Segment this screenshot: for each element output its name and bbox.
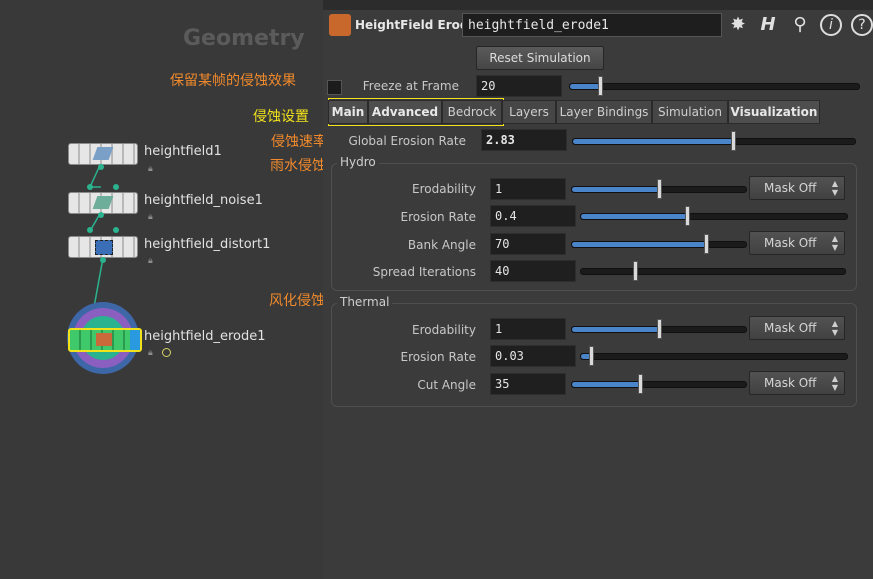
hydro-spread-iterations-label: Spread Iterations <box>372 265 476 279</box>
output-connector[interactable] <box>98 212 104 218</box>
status-ring-icon <box>162 348 171 357</box>
hydro-spread-iterations-field[interactable]: 40 <box>490 260 576 282</box>
updown-arrows-icon: ▲ ▼ <box>831 234 838 252</box>
distort-thumbnail-icon <box>95 240 113 255</box>
erode-thumbnail-icon <box>96 333 112 346</box>
thermal-erosion-rate-field[interactable]: 0.03 <box>490 345 576 367</box>
hydro-bank-angle-mask-menu[interactable]: Mask Off ▲ ▼ <box>749 231 845 255</box>
hydro-bank-angle-label: Bank Angle <box>407 238 476 252</box>
hydro-erosion-rate-label: Erosion Rate <box>400 210 476 224</box>
node-label: heightfield_noise1 <box>144 193 263 208</box>
hydro-group-title: Hydro <box>337 155 379 169</box>
global-erosion-rate-slider[interactable] <box>572 131 856 151</box>
freeze-label: Freeze at Frame <box>362 79 459 93</box>
node-label: heightfield_distort1 <box>144 237 271 252</box>
top-toolbar-strip <box>323 0 873 10</box>
tab-layers[interactable]: Layers <box>502 100 556 124</box>
annotation-hydro: 雨水侵蚀 <box>270 158 326 174</box>
hydro-erodability-slider[interactable] <box>571 179 747 199</box>
reset-simulation-button[interactable]: Reset Simulation <box>476 46 604 70</box>
global-erosion-rate-label: Global Erosion Rate <box>348 134 466 148</box>
thermal-cut-angle-field[interactable]: 35 <box>490 373 566 395</box>
thermal-erodability-slider[interactable] <box>571 319 747 339</box>
thermal-cut-angle-mask-menu[interactable]: Mask Off ▲ ▼ <box>749 371 845 395</box>
freeze-frame-slider[interactable] <box>569 76 860 96</box>
search-icon[interactable]: ⚲ <box>789 14 811 36</box>
mask-menu-label: Mask Off <box>764 321 817 335</box>
noise-thumbnail-icon <box>92 196 114 209</box>
mask-menu-label: Mask Off <box>764 376 817 390</box>
tab-visualization[interactable]: Visualization <box>728 100 820 124</box>
updown-arrows-icon: ▲ ▼ <box>831 319 838 337</box>
node-label: heightfield1 <box>144 144 222 159</box>
hydro-erosion-rate-field[interactable]: 0.4 <box>490 205 576 227</box>
thermal-erodability-label: Erodability <box>412 323 476 337</box>
input-connector[interactable] <box>113 227 119 233</box>
node-heightfield-distort1[interactable] <box>68 236 138 258</box>
tab-layer-bindings[interactable]: Layer Bindings <box>556 100 652 124</box>
hydro-erosion-rate-slider[interactable] <box>580 206 848 226</box>
lock-icon: 🔒︎ <box>148 212 153 222</box>
node-name-field[interactable]: heightfield_erode1 <box>462 13 722 37</box>
tab-simulation[interactable]: Simulation <box>652 100 728 124</box>
input-connector[interactable] <box>87 227 93 233</box>
hydro-erodability-field[interactable]: 1 <box>490 178 566 200</box>
thermal-erodability-mask-menu[interactable]: Mask Off ▲ ▼ <box>749 316 845 340</box>
thermal-cut-angle-slider[interactable] <box>571 374 747 394</box>
mask-menu-label: Mask Off <box>764 236 817 250</box>
updown-arrows-icon: ▲ ▼ <box>831 179 838 197</box>
info-icon[interactable]: i <box>820 14 842 36</box>
node-heightfield1[interactable] <box>68 143 138 165</box>
thermal-erosion-rate-label: Erosion Rate <box>400 350 476 364</box>
thermal-cut-angle-label: Cut Angle <box>417 378 476 392</box>
help-icon[interactable]: ? <box>851 14 873 36</box>
lock-icon: 🔒︎ <box>148 348 153 358</box>
tab-bedrock[interactable]: Bedrock <box>442 100 502 124</box>
node-label: heightfield_erode1 <box>144 329 266 344</box>
tab-main[interactable]: Main <box>328 100 368 124</box>
freeze-toggle-checkbox[interactable] <box>327 80 342 95</box>
annotation-freeze: 保留某帧的侵蚀效果 <box>170 73 296 89</box>
input-connector[interactable] <box>113 184 119 190</box>
tab-advanced[interactable]: Advanced <box>368 100 442 124</box>
hydro-erodability-label: Erodability <box>412 182 476 196</box>
annotation-tabs: 侵蚀设置 <box>253 109 309 125</box>
mask-menu-label: Mask Off <box>764 181 817 195</box>
node-type-label: HeightField Erode <box>355 18 477 32</box>
houdini-h-icon[interactable]: H <box>757 14 779 36</box>
updown-arrows-icon: ▲ ▼ <box>831 374 838 392</box>
heightfield-thumbnail-icon <box>92 147 114 160</box>
display-flag[interactable] <box>130 330 140 350</box>
global-erosion-rate-field[interactable]: 2.83 <box>481 129 567 151</box>
hydro-spread-iterations-slider[interactable] <box>580 261 846 281</box>
thermal-erodability-field[interactable]: 1 <box>490 318 566 340</box>
output-connector[interactable] <box>100 257 106 263</box>
annotation-thermal: 风化侵蚀 <box>269 293 325 309</box>
thermal-erosion-rate-slider[interactable] <box>580 346 848 366</box>
gear-icon[interactable]: ✸ <box>727 14 749 36</box>
hydro-erodability-mask-menu[interactable]: Mask Off ▲ ▼ <box>749 176 845 200</box>
hydro-bank-angle-slider[interactable] <box>571 234 747 254</box>
lock-icon: 🔒︎ <box>148 256 153 266</box>
output-connector[interactable] <box>98 164 104 170</box>
heightfield-erode-node-icon <box>329 14 351 36</box>
hydro-bank-angle-field[interactable]: 70 <box>490 233 566 255</box>
input-connector[interactable] <box>87 184 93 190</box>
lock-icon: 🔒︎ <box>148 164 153 174</box>
thermal-group-title: Thermal <box>337 295 393 309</box>
node-heightfield-erode1[interactable] <box>68 328 142 352</box>
node-heightfield-noise1[interactable] <box>68 192 138 214</box>
freeze-frame-field[interactable]: 20 <box>476 75 562 97</box>
annotation-rate: 侵蚀速率 <box>271 134 327 150</box>
